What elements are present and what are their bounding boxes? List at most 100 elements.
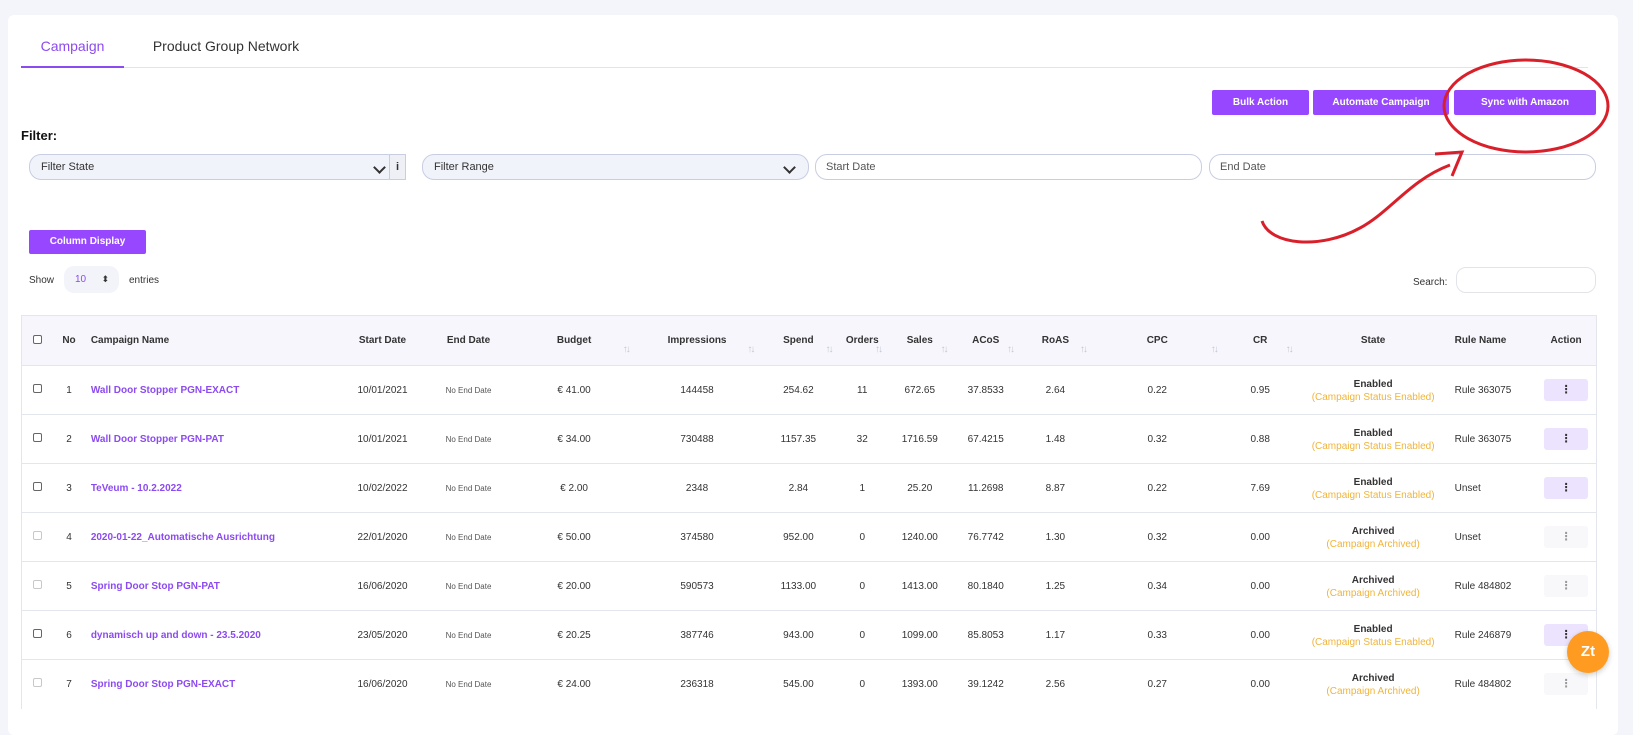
column-display-button[interactable]: Column Display (29, 230, 146, 254)
cell-sales: 1413.00 (887, 561, 953, 611)
col-cpc[interactable]: CPC ↑↓ (1091, 315, 1223, 366)
cell-no: 2 (53, 414, 85, 464)
table-row: 2 Wall Door Stopper PGN-PAT 10/01/2021 No E… (21, 414, 1598, 464)
cell-orders: 0 (837, 512, 888, 562)
col-cr[interactable]: CR ↑↓ (1222, 315, 1298, 366)
sort-icon: ↑↓ (1210, 344, 1219, 355)
cell-campaign-name[interactable]: Spring Door Stop PGN-EXACT (84, 659, 342, 709)
col-spend[interactable]: Spend ↑↓ (759, 315, 838, 366)
row-checkbox[interactable] (21, 561, 54, 611)
cell-state: Enabled (Campaign Status Enabled) (1297, 365, 1449, 415)
col-acos[interactable]: ACoS ↑↓ (952, 315, 1019, 366)
cell-spend: 1157.35 (759, 414, 838, 464)
cell-cr: 0.88 (1222, 414, 1298, 464)
end-date-input[interactable]: End Date (1209, 154, 1596, 180)
cell-roas: 1.30 (1018, 512, 1092, 562)
row-checkbox[interactable] (21, 512, 54, 562)
sort-icon: ↑↓ (940, 344, 948, 355)
col-roas[interactable]: RoAS ↑↓ (1018, 315, 1092, 366)
search-input[interactable] (1456, 267, 1596, 293)
cell-campaign-name[interactable]: 2020-01-22_Automatische Ausrichtung (84, 512, 342, 562)
cell-action: ⋮ (1536, 561, 1598, 611)
row-action-button[interactable]: ⋮ (1544, 428, 1589, 450)
cell-cpc: 0.27 (1091, 659, 1223, 709)
help-chat-widget[interactable]: Zt (1567, 631, 1609, 673)
cell-campaign-name[interactable]: Wall Door Stopper PGN-PAT (84, 414, 342, 464)
row-checkbox[interactable] (21, 365, 54, 415)
cell-start-date: 16/06/2020 (341, 561, 424, 611)
col-budget[interactable]: Budget ↑↓ (513, 315, 635, 366)
row-checkbox[interactable] (21, 659, 54, 709)
select-all-checkbox[interactable] (21, 315, 54, 366)
cell-budget: € 2.00 (513, 463, 635, 513)
filter-range-select[interactable]: Filter Range (422, 154, 809, 180)
sort-icon: ↑↓ (622, 344, 631, 355)
cell-action: ⋮ (1536, 463, 1598, 513)
col-campaign-name[interactable]: Campaign Name (84, 315, 342, 366)
cell-cpc: 0.33 (1091, 610, 1223, 660)
cell-start-date: 10/02/2022 (341, 463, 424, 513)
row-checkbox[interactable] (21, 610, 54, 660)
sync-with-amazon-button[interactable]: Sync with Amazon (1454, 90, 1596, 115)
cell-acos: 85.8053 (952, 610, 1019, 660)
tab-product-group-network[interactable]: Product Group Network (141, 24, 311, 68)
info-icon[interactable]: i (389, 154, 406, 180)
table-row: 7 Spring Door Stop PGN-EXACT 16/06/2020 No … (21, 659, 1598, 709)
col-orders[interactable]: Orders ↑↓ (837, 315, 888, 366)
cell-cpc: 0.32 (1091, 512, 1223, 562)
start-date-input[interactable]: Start Date (815, 154, 1202, 180)
cell-cr: 0.00 (1222, 610, 1298, 660)
entries-select[interactable]: 10 ⬍ (64, 266, 119, 293)
campaign-table: No Campaign Name Start Date End Date Bud… (21, 315, 1598, 709)
cell-impressions: 374580 (634, 512, 760, 562)
cell-sales: 1393.00 (887, 659, 953, 709)
cell-rule-name: Unset (1448, 463, 1537, 513)
col-no[interactable]: No (53, 315, 85, 366)
cell-impressions: 144458 (634, 365, 760, 415)
cell-impressions: 590573 (634, 561, 760, 611)
cell-end-date: No End Date (423, 414, 514, 464)
cell-campaign-name[interactable]: TeVeum - 10.2.2022 (84, 463, 342, 513)
tab-campaign[interactable]: Campaign (21, 24, 124, 68)
cell-end-date: No End Date (423, 512, 514, 562)
cell-orders: 0 (837, 610, 888, 660)
col-end-date[interactable]: End Date (423, 315, 514, 366)
cell-orders: 0 (837, 659, 888, 709)
sort-icon: ↑↓ (875, 344, 883, 355)
table-row: 6 dynamisch up and down - 23.5.2020 23/05/… (21, 610, 1598, 660)
cell-campaign-name[interactable]: dynamisch up and down - 23.5.2020 (84, 610, 342, 660)
row-action-button[interactable]: ⋮ (1544, 575, 1589, 597)
row-action-button[interactable]: ⋮ (1544, 526, 1589, 548)
cell-cpc: 0.22 (1091, 365, 1223, 415)
cell-cr: 7.69 (1222, 463, 1298, 513)
row-action-button[interactable]: ⋮ (1544, 379, 1589, 401)
cell-cr: 0.00 (1222, 512, 1298, 562)
cell-spend: 254.62 (759, 365, 838, 415)
col-impressions[interactable]: Impressions ↑↓ (634, 315, 760, 366)
filter-state-placeholder: Filter State (41, 161, 95, 173)
row-action-button[interactable]: ⋮ (1544, 673, 1589, 696)
row-checkbox[interactable] (21, 463, 54, 513)
cell-spend: 2.84 (759, 463, 838, 513)
cell-roas: 1.25 (1018, 561, 1092, 611)
automate-campaign-button[interactable]: Automate Campaign (1313, 90, 1449, 115)
cell-rule-name: Rule 246879 (1448, 610, 1537, 660)
cell-impressions: 730488 (634, 414, 760, 464)
cell-cr: 0.95 (1222, 365, 1298, 415)
col-rule-name[interactable]: Rule Name (1448, 315, 1537, 366)
filter-state-select[interactable]: Filter State (29, 154, 399, 180)
cell-impressions: 387746 (634, 610, 760, 660)
cell-rule-name: Rule 363075 (1448, 365, 1537, 415)
cell-action: ⋮ (1536, 365, 1598, 415)
cell-roas: 2.64 (1018, 365, 1092, 415)
cell-campaign-name[interactable]: Wall Door Stopper PGN-EXACT (84, 365, 342, 415)
cell-campaign-name[interactable]: Spring Door Stop PGN-PAT (84, 561, 342, 611)
cell-no: 1 (53, 365, 85, 415)
bulk-action-button[interactable]: Bulk Action (1212, 90, 1309, 115)
tab-bar: Campaign Product Group Network (21, 24, 1588, 68)
row-checkbox[interactable] (21, 414, 54, 464)
row-action-button[interactable]: ⋮ (1544, 477, 1589, 499)
col-start-date[interactable]: Start Date (341, 315, 424, 366)
col-sales[interactable]: Sales ↑↓ (887, 315, 953, 366)
col-state[interactable]: State (1297, 315, 1449, 366)
